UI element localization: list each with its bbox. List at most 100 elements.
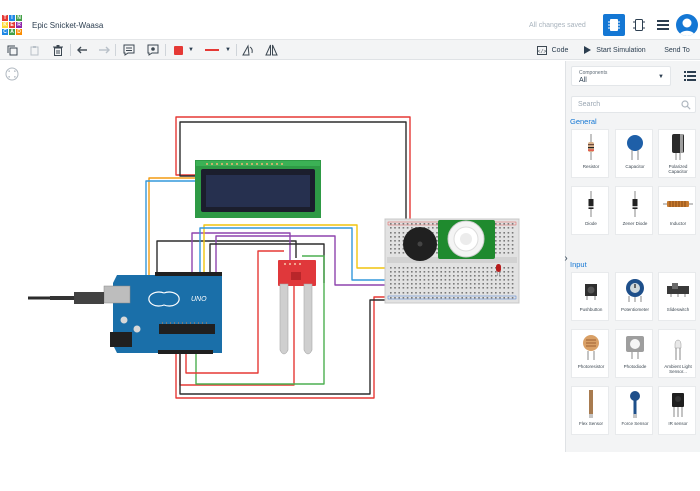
breadboard-hole [482,279,484,281]
breadboard-hole [465,287,468,289]
component-card-polarized-capacitor[interactable]: Polarized Capacitor [658,129,696,178]
breadboard-hole [490,271,493,273]
list-view-icon[interactable] [684,71,696,81]
logo-tile: I [9,15,15,21]
wire-purple[interactable] [191,232,291,275]
breadboard-hole [390,244,392,246]
component-card-diode[interactable]: Diode [571,186,609,235]
component-card-force-sensor[interactable]: Force Sensor [615,386,653,435]
component-list-view-button[interactable] [652,14,674,36]
rotate-button[interactable] [241,42,255,58]
breadboard-hole [411,275,413,277]
soil-moisture-sensor[interactable] [278,260,316,355]
breadboard-hole [394,283,396,285]
breadboard-hole [478,275,480,277]
breadboard-hole [444,267,447,269]
section-title-general: General [570,117,597,126]
breadboard-hole [503,297,505,299]
component-card-slideswitch[interactable]: Slideswitch [658,272,696,321]
breadboard-hole [394,279,396,281]
schematic-view-icon [633,19,645,31]
flip-button[interactable] [264,42,278,58]
breadboard-hole [486,283,489,285]
component-card-potentiometer[interactable]: Potentiometer [615,272,653,321]
breadboard-hole [440,297,442,299]
search-input[interactable]: Search [578,101,600,108]
breadboard-hole [444,271,447,273]
redo-button[interactable] [97,42,111,58]
breadboard-hole [453,287,455,289]
breadboard-hole [406,279,409,281]
wire-type-picker[interactable]: ▼ [203,42,233,58]
component-card-label: Diode [585,221,597,226]
delete-button[interactable] [51,42,65,58]
breadboard-hole [419,279,421,281]
breadboard-hole [390,275,392,277]
component-card-ir-sensor[interactable]: IR sensor [658,386,696,435]
breadboard-hole [474,292,476,294]
notes-visibility-button[interactable] [145,42,160,58]
code-button[interactable]: </> Code [535,42,570,58]
breadboard-hole [398,297,400,299]
breadboard-hole [507,292,510,294]
component-card-ambient-light-sensor[interactable]: Ambient Light Sensor... [658,329,696,378]
start-simulation-button[interactable]: Start Simulation [582,42,648,58]
components-category-dropdown[interactable]: Components All ▼ [571,66,671,86]
breadboard-hole [482,297,484,299]
inductor-icon [663,190,693,218]
component-card-inductor[interactable]: Inductor [658,186,696,235]
breadboard-hole [478,279,480,281]
undo-button[interactable] [75,42,89,58]
breadboard-hole [411,297,413,299]
paste-button[interactable] [27,42,41,58]
tinkercad-logo[interactable]: TIN KER CAD [2,15,22,35]
board-label: UNO [191,296,207,303]
color-picker[interactable]: ▼ [170,42,198,58]
component-card-zener-diode[interactable]: Zener Diode [615,186,653,235]
schematic-view-button[interactable] [628,14,650,36]
wire-black[interactable] [156,240,297,275]
design-title[interactable]: Epic Snicket-Waasa [32,21,103,30]
breadboard-hole [461,287,463,289]
breadboard-hole [427,287,430,289]
component-card-label: IR sensor [668,421,688,426]
breadboard-hole [390,223,392,225]
component-card-resistor[interactable]: Resistor [571,129,609,178]
breadboard-hole [415,271,417,273]
send-to-button[interactable]: Send To [658,42,696,58]
user-avatar[interactable] [676,14,698,36]
component-card-capacitor[interactable]: Capacitor [615,129,653,178]
chevron-right-icon: › [564,252,568,264]
zener-diode-icon [620,190,650,218]
breadboard-hole [511,283,514,285]
breadboard-hole [507,248,510,250]
pir-sensor[interactable] [438,220,495,259]
breadboard-hole [415,287,417,289]
breadboard-hole [411,279,413,281]
wire-blue[interactable] [145,180,196,275]
breadboard-hole [406,223,409,225]
breadboard-hole [394,275,396,277]
wire-orange[interactable] [148,177,196,275]
component-search[interactable]: Search [571,96,696,113]
piezo-buzzer[interactable] [403,227,437,261]
notes-button[interactable] [121,42,136,58]
breadboard-hole [495,279,497,281]
breadboard-hole [457,297,459,299]
circuit-view-button[interactable] [603,14,625,36]
breadboard-hole [495,240,497,242]
copy-button[interactable] [5,42,19,58]
component-card-photodiode[interactable]: Photodiode [615,329,653,378]
component-card-photoresistor[interactable]: Photoresistor [571,329,609,378]
lcd-16x2[interactable] [195,160,321,218]
usb-cable[interactable] [28,292,104,304]
breadboard-hole [469,287,472,289]
component-card-flex-sensor[interactable]: Flex Sensor [571,386,609,435]
breadboard-hole [402,275,405,277]
arduino-uno[interactable]: UNO [103,272,222,354]
breadboard-hole [461,292,463,294]
panel-collapse-button[interactable]: › [562,251,570,265]
component-card-pushbutton[interactable]: Pushbutton [571,272,609,321]
breadboard-hole [499,297,501,299]
circuit-canvas[interactable]: UNO [0,61,565,451]
